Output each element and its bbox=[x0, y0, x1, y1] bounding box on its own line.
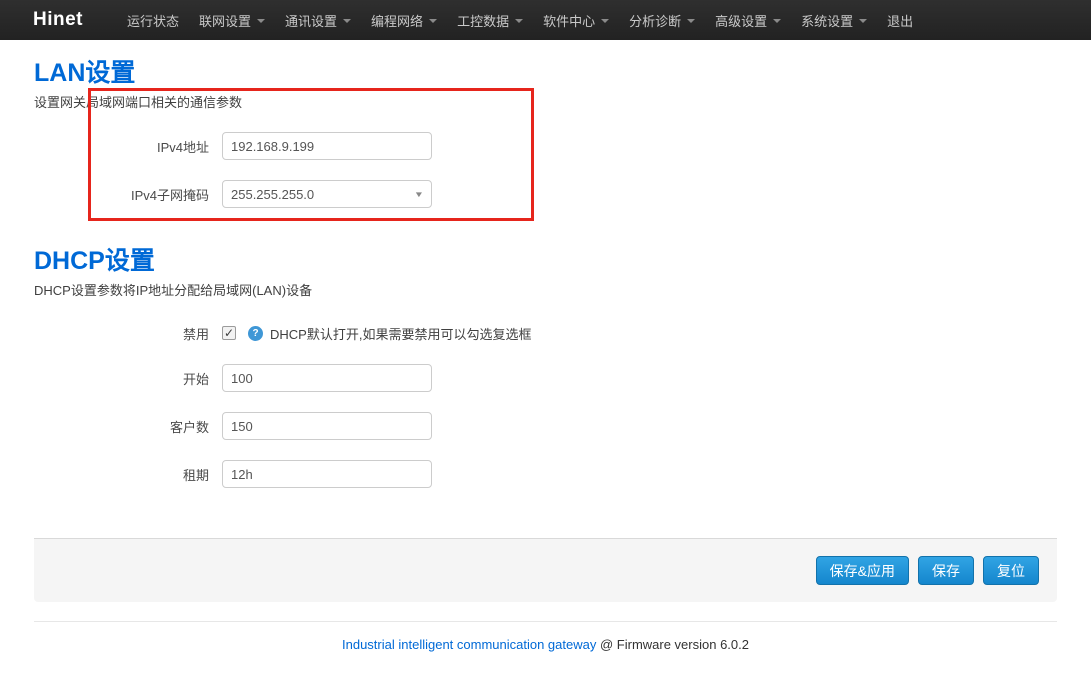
chevron-down-icon bbox=[343, 19, 351, 23]
chevron-down-icon bbox=[773, 19, 781, 23]
chevron-down-icon bbox=[515, 19, 523, 23]
chevron-down-icon bbox=[257, 19, 265, 23]
lan-section-description: 设置网关局域网端口相关的通信参数 bbox=[34, 95, 1057, 110]
ipv4-netmask-row: IPv4子网掩码 255.255.255.0 ▼ bbox=[34, 179, 1057, 209]
dhcp-start-input[interactable] bbox=[222, 364, 432, 392]
question-help-icon: ? bbox=[248, 326, 263, 341]
brand-logo[interactable]: Hinet bbox=[33, 9, 83, 31]
top-navbar: Hinet 运行状态 联网设置 通讯设置 编程网络 工控数据 软件中心 分析诊断… bbox=[0, 0, 1091, 40]
dhcp-limit-input[interactable] bbox=[222, 412, 432, 440]
ipv4-address-label: IPv4地址 bbox=[34, 137, 222, 156]
dhcp-leasetime-label: 租期 bbox=[34, 465, 222, 484]
dhcp-section-description: DHCP设置参数将IP地址分配给局域网(LAN)设备 bbox=[34, 283, 1057, 298]
action-bar: 保存&应用 保存 复位 bbox=[34, 538, 1057, 602]
nav-item-logout[interactable]: 退出 bbox=[877, 0, 923, 40]
ipv4-netmask-selected-value: 255.255.255.0 bbox=[231, 187, 314, 202]
dhcp-disable-checkbox[interactable] bbox=[222, 326, 236, 340]
chevron-down-icon bbox=[859, 19, 867, 23]
nav-item-software-center[interactable]: 软件中心 bbox=[533, 0, 619, 40]
ipv4-netmask-label: IPv4子网掩码 bbox=[34, 185, 222, 204]
main-content: LAN设置 设置网关局域网端口相关的通信参数 IPv4地址 IPv4子网掩码 2… bbox=[0, 61, 1091, 489]
dhcp-disable-row: 禁用 ? DHCP默认打开,如果需要禁用可以勾选复选框 bbox=[34, 323, 1057, 343]
nav-item-comm-settings[interactable]: 通讯设置 bbox=[275, 0, 361, 40]
nav-item-diagnostics[interactable]: 分析诊断 bbox=[619, 0, 705, 40]
chevron-down-icon bbox=[601, 19, 609, 23]
ipv4-address-input[interactable] bbox=[222, 132, 432, 160]
dropdown-arrow-icon: ▼ bbox=[414, 190, 424, 199]
chevron-down-icon bbox=[687, 19, 695, 23]
nav-item-programming-network[interactable]: 编程网络 bbox=[361, 0, 447, 40]
nav-item-network-settings[interactable]: 联网设置 bbox=[189, 0, 275, 40]
chevron-down-icon bbox=[429, 19, 437, 23]
dhcp-limit-label: 客户数 bbox=[34, 417, 222, 436]
dhcp-start-row: 开始 bbox=[34, 363, 1057, 393]
dhcp-start-label: 开始 bbox=[34, 369, 222, 388]
nav-item-advanced-settings[interactable]: 高级设置 bbox=[705, 0, 791, 40]
save-button[interactable]: 保存 bbox=[918, 556, 974, 585]
dhcp-disable-label: 禁用 bbox=[34, 324, 222, 343]
dhcp-disable-hint: DHCP默认打开,如果需要禁用可以勾选复选框 bbox=[270, 324, 531, 343]
nav-menu: 运行状态 联网设置 通讯设置 编程网络 工控数据 软件中心 分析诊断 高级设置 … bbox=[117, 0, 923, 40]
nav-item-status[interactable]: 运行状态 bbox=[117, 0, 189, 40]
dhcp-limit-row: 客户数 bbox=[34, 411, 1057, 441]
lan-section-title: LAN设置 bbox=[34, 61, 1057, 86]
nav-item-industrial-data[interactable]: 工控数据 bbox=[447, 0, 533, 40]
footer-gateway-link[interactable]: Industrial intelligent communication gat… bbox=[342, 637, 596, 652]
dhcp-leasetime-input[interactable] bbox=[222, 460, 432, 488]
footer-firmware-text: @ Firmware version 6.0.2 bbox=[596, 637, 749, 652]
page-footer: Industrial intelligent communication gat… bbox=[34, 621, 1057, 652]
nav-item-system-settings[interactable]: 系统设置 bbox=[791, 0, 877, 40]
ipv4-address-row: IPv4地址 bbox=[34, 131, 1057, 161]
dhcp-section-title: DHCP设置 bbox=[34, 249, 1057, 274]
reset-button[interactable]: 复位 bbox=[983, 556, 1039, 585]
save-apply-button[interactable]: 保存&应用 bbox=[816, 556, 909, 585]
dhcp-leasetime-row: 租期 bbox=[34, 459, 1057, 489]
ipv4-netmask-select[interactable]: 255.255.255.0 ▼ bbox=[222, 180, 432, 208]
